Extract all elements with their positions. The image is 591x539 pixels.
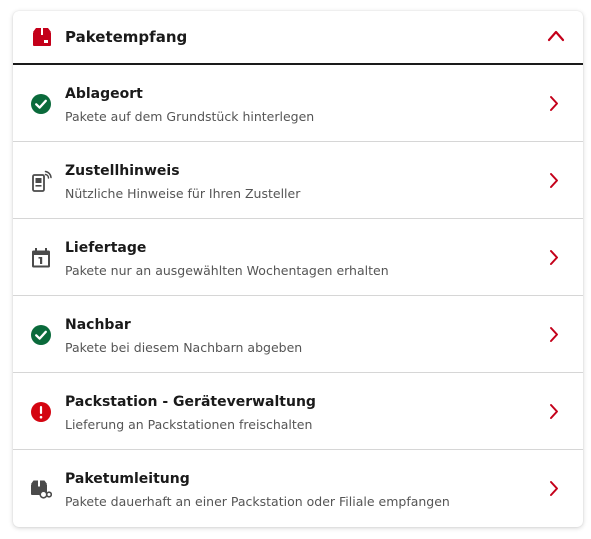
chevron-right-icon (549, 403, 559, 420)
package-redirect-icon (30, 478, 52, 500)
chevron-right-icon (549, 249, 559, 266)
paketempfang-card: Paketempfang Ablageort Pakete auf dem Gr… (13, 11, 583, 527)
list-item-subtitle: Pakete bei diesem Nachbarn abgeben (65, 340, 303, 355)
list-item-subtitle: Pakete nur an ausgewählten Wochentagen e… (65, 263, 389, 278)
phone-note-icon (30, 170, 52, 192)
list-item-ablageort[interactable]: Ablageort Pakete auf dem Grundstück hint… (13, 65, 583, 142)
list-item-nachbar[interactable]: Nachbar Pakete bei diesem Nachbarn abgeb… (13, 296, 583, 373)
chevron-right-icon (549, 326, 559, 343)
alert-circle-icon (30, 401, 52, 423)
list-item-liefertage[interactable]: Liefertage Pakete nur an ausgewählten Wo… (13, 219, 583, 296)
list-item-title: Packstation - Geräteverwaltung (65, 394, 316, 410)
list-item-zustellhinweis[interactable]: Zustellhinweis Nützliche Hinweise für Ih… (13, 142, 583, 219)
list-item-title: Paketumleitung (65, 471, 190, 487)
list-item-title: Nachbar (65, 317, 131, 333)
chevron-right-icon (549, 95, 559, 112)
list-item-title: Liefertage (65, 240, 147, 256)
chevron-right-icon (549, 480, 559, 497)
check-circle-icon (30, 93, 52, 115)
list-item-title: Zustellhinweis (65, 163, 180, 179)
list-item-subtitle: Pakete auf dem Grundstück hinterlegen (65, 109, 315, 124)
chevron-right-icon (549, 172, 559, 189)
chevron-up-icon[interactable] (547, 29, 565, 43)
list-item-subtitle: Nützliche Hinweise für Ihren Zusteller (65, 186, 301, 201)
list-item-paketumleitung[interactable]: Paketumleitung Pakete dauerhaft an einer… (13, 450, 583, 526)
check-circle-icon (30, 324, 52, 346)
package-icon (32, 27, 52, 47)
list-item-packstation-geraeteverwaltung[interactable]: Packstation - Geräteverwaltung Lieferung… (13, 373, 583, 450)
list-item-title: Ablageort (65, 86, 143, 102)
list-item-subtitle: Lieferung an Packstationen freischalten (65, 417, 313, 432)
calendar-icon (30, 247, 52, 269)
section-title: Paketempfang (65, 28, 188, 46)
list-item-subtitle: Pakete dauerhaft an einer Packstation od… (65, 494, 450, 509)
section-header-paketempfang[interactable]: Paketempfang (13, 11, 583, 65)
